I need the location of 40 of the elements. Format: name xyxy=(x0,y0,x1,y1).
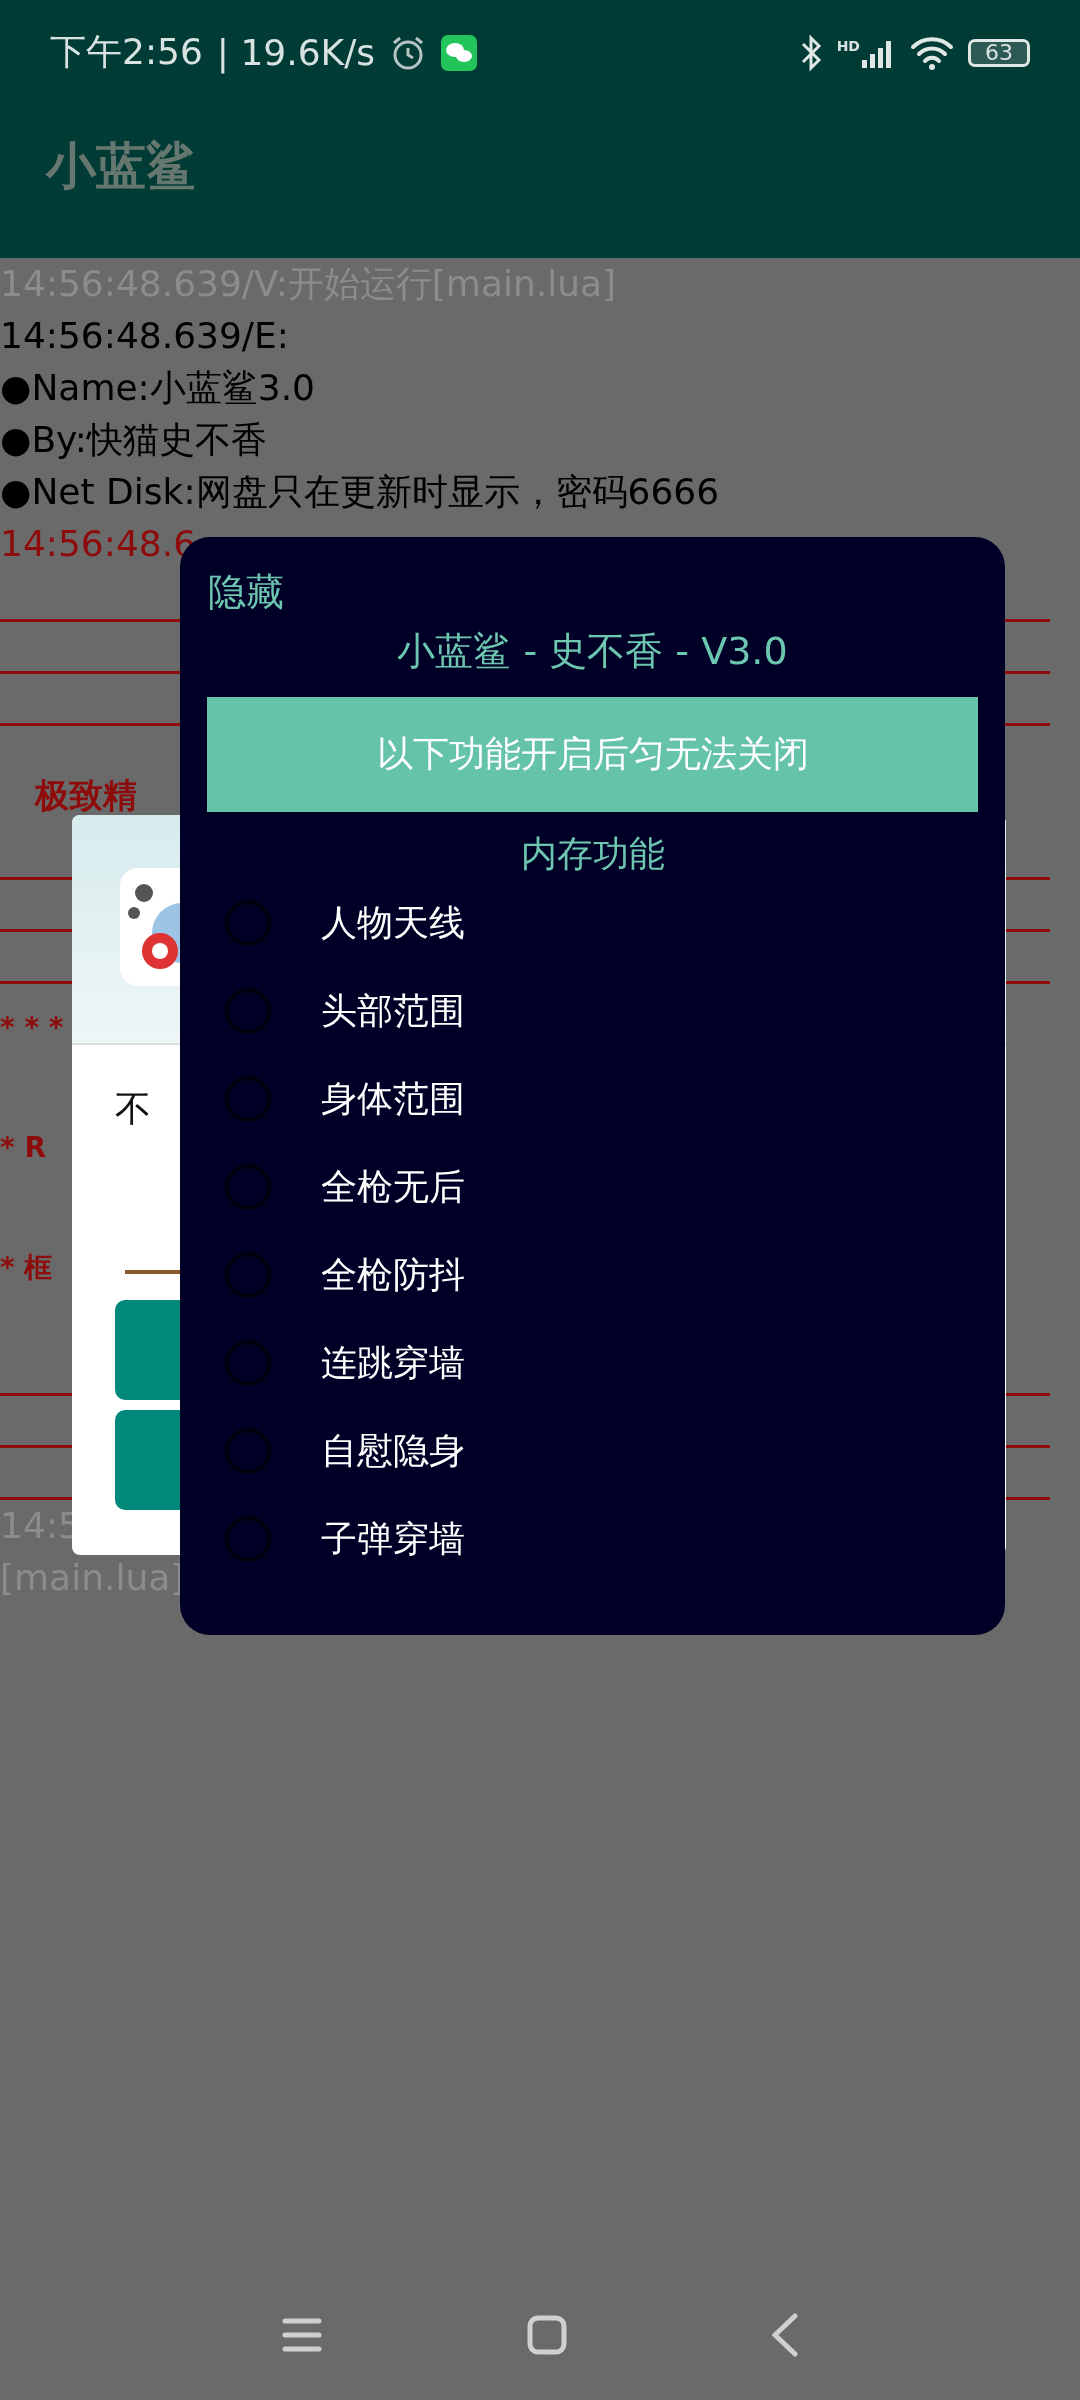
log-line: 14:56:48.639/E: xyxy=(0,314,290,358)
home-icon[interactable] xyxy=(527,2315,567,2355)
back-icon[interactable] xyxy=(771,2313,798,2357)
radio-toggle[interactable] xyxy=(225,1340,271,1386)
radio-toggle[interactable] xyxy=(225,1252,271,1298)
radio-toggle[interactable] xyxy=(225,1516,271,1562)
section-heading: 极致精 xyxy=(35,776,137,814)
log-line: ●Net Disk:网盘只在更新时显示，密码6666 xyxy=(0,470,721,514)
radio-toggle[interactable] xyxy=(225,1428,271,1474)
feature-label: 头部范围 xyxy=(321,988,465,1033)
feature-label: 子弹穿墙 xyxy=(321,1516,465,1561)
section-title: 内存功能 xyxy=(519,832,666,876)
feature-label: 人物天线 xyxy=(321,900,465,945)
warning-banner: 以下功能开启后匀无法关闭 xyxy=(207,697,978,812)
network-speed: | 19.6K/s xyxy=(216,32,376,73)
battery-indicator: 63 xyxy=(968,38,1030,67)
note-text: * R xyxy=(0,1130,46,1166)
hide-button[interactable]: 隐藏 xyxy=(208,567,284,618)
log-line: 14:56:48.6 xyxy=(0,522,198,566)
log-line: ●By:快猫史不香 xyxy=(0,418,268,462)
radio-toggle[interactable] xyxy=(225,900,271,946)
dialog-message: 不 xyxy=(115,1087,151,1131)
feature-label: 自慰隐身 xyxy=(321,1428,465,1473)
radio-toggle[interactable] xyxy=(225,988,271,1034)
status-time: 下午2:56 xyxy=(50,30,203,74)
chat-app-icon xyxy=(441,34,478,71)
menu-icon[interactable] xyxy=(282,2317,323,2353)
feature-label: 身体范围 xyxy=(321,1076,465,1121)
feature-label: 全枪无后 xyxy=(321,1164,465,1209)
note-text: * 框 xyxy=(0,1250,53,1286)
feature-label: 全枪防抖 xyxy=(321,1252,465,1297)
note-text: * * * xyxy=(0,1010,64,1046)
feature-label: 连跳穿墙 xyxy=(321,1340,465,1385)
signal-label: HD xyxy=(836,37,860,54)
radio-toggle[interactable] xyxy=(225,1164,271,1210)
radio-toggle[interactable] xyxy=(225,1076,271,1122)
wifi-icon xyxy=(910,35,954,70)
menu-title: 小蓝鲨 - 史不香 - V3.0 xyxy=(396,628,789,675)
app-title: 小蓝鲨 xyxy=(46,136,196,197)
log-line: ●Name:小蓝鲨3.0 xyxy=(0,366,316,410)
